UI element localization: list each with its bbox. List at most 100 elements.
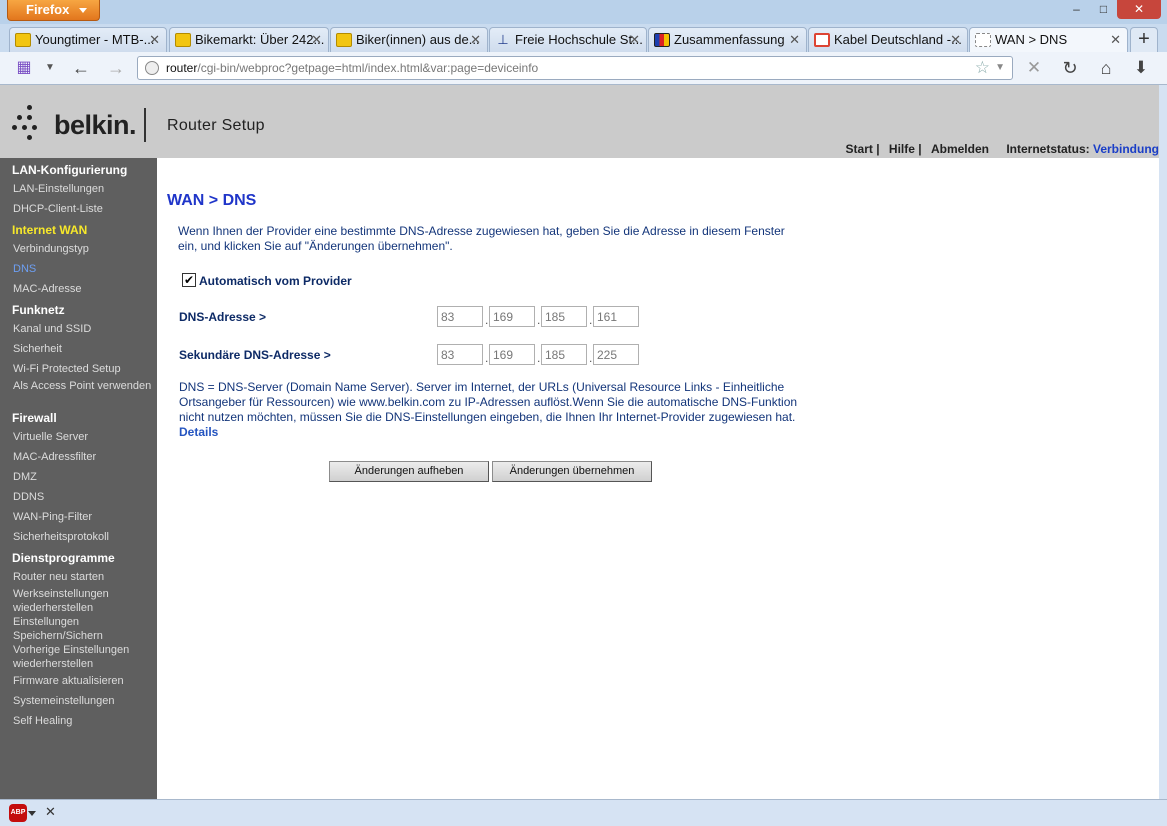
close-addon-bar-button[interactable]: ✕ [45,804,56,820]
auto-dns-checkbox[interactable]: ✔ [182,273,196,287]
help-link[interactable]: Hilfe | [889,142,922,156]
dns2-octet-1-input[interactable] [437,344,483,365]
back-icon[interactable]: ← [70,58,92,78]
sidebar-item-dns[interactable]: DNS [13,262,153,276]
maximize-button[interactable]: □ [1090,0,1117,19]
close-window-button[interactable]: ✕ [1117,0,1161,19]
close-icon[interactable]: ✕ [789,28,800,51]
sidebar-item-virtual-servers[interactable]: Virtuelle Server [13,430,153,444]
sidebar-item-lan-settings[interactable]: LAN-Einstellungen [13,182,153,196]
sidebar-item-wps[interactable]: Wi-Fi Protected Setup [13,362,153,376]
tab-label: Youngtimer - MTB-... [35,32,155,47]
sidebar-item-restart-router[interactable]: Router neu starten [13,570,153,584]
start-link[interactable]: Start | [846,142,880,156]
sidebar-item-channel-ssid[interactable]: Kanal und SSID [13,322,153,336]
main-content: WAN > DNS Wenn Ihnen der Provider eine b… [157,158,1159,799]
details-link[interactable]: Details [179,425,218,439]
home-icon[interactable]: ⌂ [1095,58,1117,78]
new-tab-button[interactable]: + [1130,27,1158,52]
sidebar-heading-utilities[interactable]: Dienstprogramme [12,551,115,565]
sidebar-heading-lan[interactable]: LAN-Konfigurierung [12,163,127,177]
dns-octet-1-input[interactable] [437,306,483,327]
sidebar-item-dmz[interactable]: DMZ [13,470,153,484]
sidebar-heading-firewall[interactable]: Firewall [12,411,57,425]
dns2-octet-4-input[interactable] [593,344,639,365]
stop-icon[interactable]: ✕ [1023,58,1045,78]
sidebar-item-ddns[interactable]: DDNS [13,490,153,504]
close-icon[interactable]: ✕ [149,28,160,51]
school-icon: ⊥ [497,32,509,47]
sidebar-item-wan-ping-filter[interactable]: WAN-Ping-Filter [13,510,153,524]
page-header: belkin. Router Setup Start | Hilfe | Abm… [0,85,1159,158]
dns-octet-4-input[interactable] [593,306,639,327]
internet-status-value[interactable]: Verbindung [1093,142,1159,156]
chevron-down-icon[interactable]: ▼ [39,58,61,78]
sidebar-item-mac-filter[interactable]: MAC-Adressfilter [13,450,153,464]
sidebar-item-security-log[interactable]: Sicherheitsprotokoll [13,530,153,544]
sidebar: LAN-Konfigurierung LAN-Einstellungen DHC… [0,158,157,799]
tab-freie-hochschule[interactable]: ⊥ Freie Hochschule St... ✕ [489,27,647,52]
sidebar-item-mac-address[interactable]: MAC-Adresse [13,282,153,296]
sidebar-item-factory-reset[interactable]: Werkseinstellungen wiederherstellen [13,587,153,615]
kabel-icon [814,33,830,47]
sidebar-item-security[interactable]: Sicherheit [13,342,153,356]
close-icon[interactable]: ✕ [311,28,322,51]
tab-label: Freie Hochschule St... [515,32,643,47]
globe-icon [145,61,159,75]
ip-separator: . [589,313,593,327]
tab-label: Kabel Deutschland -... [834,32,962,47]
apply-changes-button[interactable]: Änderungen übernehmen [492,461,652,482]
tab-kabel-deutschland[interactable]: Kabel Deutschland -... ✕ [808,27,968,52]
logout-link[interactable]: Abmelden [931,142,989,156]
dns-octet-3-input[interactable] [541,306,587,327]
window-edge [1159,85,1167,799]
dns-octet-2-input[interactable] [489,306,535,327]
ip-separator: . [485,351,489,365]
chevron-down-icon[interactable]: ▼ [995,57,1005,79]
dns2-octet-3-input[interactable] [541,344,587,365]
tab-zusammenfassung[interactable]: Zusammenfassung ✕ [648,27,807,52]
sidebar-item-dhcp-clients[interactable]: DHCP-Client-Liste [13,202,153,216]
firefox-menu-button[interactable]: Firefox [7,0,100,21]
sidebar-item-access-point[interactable]: Als Access Point verwenden [13,379,153,393]
sidebar-heading-internet-wan[interactable]: Internet WAN [12,223,87,237]
tab-youngtimer[interactable]: Youngtimer - MTB-... ✕ [9,27,167,52]
apps-grid-icon[interactable]: ▦ [13,58,35,78]
firefox-menu-label: Firefox [26,2,70,17]
page-title: WAN > DNS [167,192,257,209]
sidebar-item-self-healing[interactable]: Self Healing [13,714,153,728]
window-titlebar: Firefox – □ ✕ [0,0,1167,24]
sidebar-item-restore-previous[interactable]: Vorherige Einstellungen wiederherstellen [13,643,153,671]
close-icon[interactable]: ✕ [1110,28,1121,51]
auto-dns-checkbox-label[interactable]: Automatisch vom Provider [199,274,352,288]
bike-icon [15,33,31,47]
tab-bikerinnen[interactable]: Biker(innen) aus de... ✕ [330,27,488,52]
adblock-plus-icon[interactable]: ABP [9,804,27,822]
sidebar-item-firmware-update[interactable]: Firmware aktualisieren [13,674,153,688]
sidebar-item-connection-type[interactable]: Verbindungstyp [13,242,153,256]
url-bar[interactable]: router/cgi-bin/webproc?getpage=html/inde… [137,56,1013,80]
close-icon[interactable]: ✕ [629,28,640,51]
tab-wan-dns[interactable]: WAN > DNS ✕ [969,27,1128,53]
reload-icon[interactable]: ↻ [1059,58,1081,78]
url-path: /cgi-bin/webproc?getpage=html/index.html… [197,61,539,75]
dns2-octet-2-input[interactable] [489,344,535,365]
belkin-logo-icon [12,105,48,145]
sidebar-heading-wireless[interactable]: Funknetz [12,303,65,317]
close-icon[interactable]: ✕ [470,28,481,51]
minimize-button[interactable]: – [1063,0,1090,19]
ip-separator: . [589,351,593,365]
ip-separator: . [537,351,541,365]
download-icon[interactable]: ⬇ [1130,58,1152,78]
cancel-changes-button[interactable]: Änderungen aufheben [329,461,489,482]
url-host: router [166,61,198,75]
sidebar-item-save-settings[interactable]: Einstellungen Speichern/Sichern [13,615,123,643]
tab-bikemarkt[interactable]: Bikemarkt: Über 242... ✕ [169,27,329,52]
chevron-down-icon[interactable] [28,811,36,816]
forward-icon[interactable]: → [105,58,127,78]
tab-label: Bikemarkt: Über 242... [195,32,325,47]
bookmark-star-icon[interactable]: ☆ [975,57,990,79]
sidebar-item-system-settings[interactable]: Systemeinstellungen [13,694,153,708]
close-icon[interactable]: ✕ [950,28,961,51]
addon-bar: ABP ✕ [0,799,1167,826]
